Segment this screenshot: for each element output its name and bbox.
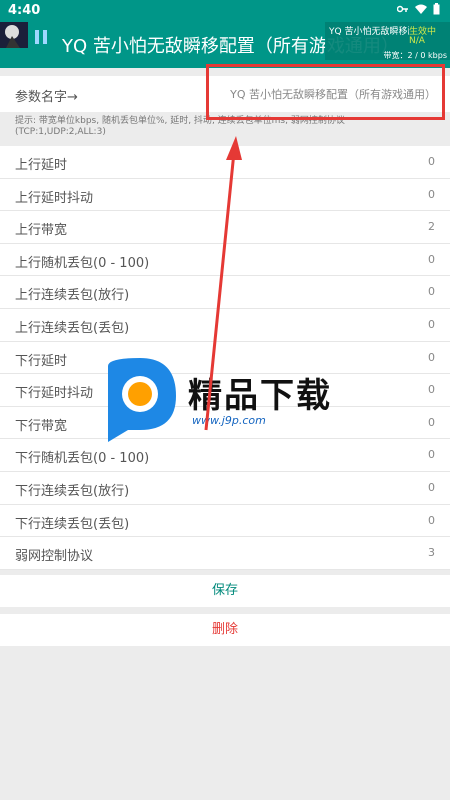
annotation-arrow [204,136,242,431]
